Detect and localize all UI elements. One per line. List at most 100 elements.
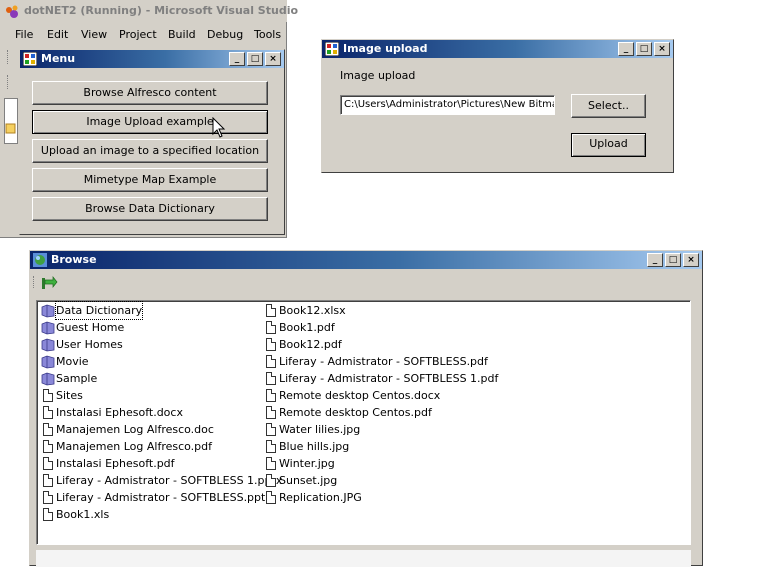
document-icon bbox=[264, 354, 278, 369]
browse-window-footer bbox=[36, 550, 691, 567]
list-item-label: Data Dictionary bbox=[54, 301, 144, 320]
menu-window-titlebar[interactable]: Menu _ □ × bbox=[20, 50, 284, 68]
upload-button[interactable]: Upload bbox=[571, 133, 646, 157]
file-path-value: C:\Users\Administrator\Pictures\New Bitm… bbox=[344, 99, 555, 110]
menu-debug[interactable]: Debug bbox=[207, 28, 243, 41]
document-icon bbox=[264, 473, 278, 488]
upload-image-location-button[interactable]: Upload an image to a specified location bbox=[32, 139, 268, 163]
maximize-button[interactable]: □ bbox=[665, 253, 681, 267]
button-label: Select.. bbox=[588, 99, 629, 112]
list-item-label: Book12.xlsx bbox=[279, 304, 346, 317]
window-controls: _ □ × bbox=[647, 253, 699, 267]
list-item-label: Liferay - Admistrator - SOFTBLESS.pdf bbox=[279, 355, 488, 368]
document-icon bbox=[264, 490, 278, 505]
document-icon bbox=[41, 388, 55, 403]
button-label: Browse Alfresco content bbox=[83, 86, 217, 99]
list-item-label: Instalasi Ephesoft.pdf bbox=[56, 457, 175, 470]
vs-title: dotNET2 (Running) - Microsoft Visual Stu… bbox=[24, 4, 299, 17]
list-item-label: Manajemen Log Alfresco.doc bbox=[56, 423, 214, 436]
window-controls: _ □ × bbox=[618, 42, 670, 56]
list-item-label: Instalasi Ephesoft.docx bbox=[56, 406, 183, 419]
list-item-label: User Homes bbox=[56, 338, 123, 351]
list-item-label: Manajemen Log Alfresco.pdf bbox=[56, 440, 213, 453]
toolbar-grip[interactable] bbox=[7, 50, 11, 64]
upload-window-titlebar[interactable]: Image upload _ □ × bbox=[322, 40, 673, 58]
close-button[interactable]: × bbox=[683, 253, 699, 267]
list-item-label: Guest Home bbox=[56, 321, 125, 334]
window-controls: _ □ × bbox=[229, 52, 281, 66]
document-icon bbox=[264, 303, 278, 318]
button-label: Upload bbox=[589, 137, 628, 150]
menu-project[interactable]: Project bbox=[119, 28, 157, 41]
document-icon bbox=[41, 507, 55, 522]
document-icon bbox=[41, 405, 55, 420]
folder-icon bbox=[41, 371, 55, 386]
document-icon bbox=[264, 371, 278, 386]
list-item-label: Book1.xls bbox=[56, 508, 110, 521]
menu-view[interactable]: View bbox=[81, 28, 107, 41]
menu-build[interactable]: Build bbox=[168, 28, 196, 41]
document-icon bbox=[264, 337, 278, 352]
menu-edit[interactable]: Edit bbox=[47, 28, 68, 41]
folder-icon bbox=[41, 354, 55, 369]
document-icon bbox=[264, 422, 278, 437]
pencil-icon bbox=[5, 123, 16, 134]
upload-window-title: Image upload bbox=[343, 42, 428, 55]
browse-data-dictionary-button[interactable]: Browse Data Dictionary bbox=[32, 197, 268, 221]
document-icon bbox=[264, 439, 278, 454]
browse-window: Browse _ □ × Data Dictionary Guest Home Us… bbox=[29, 250, 703, 567]
image-upload-example-button[interactable]: Image Upload example bbox=[32, 110, 268, 134]
green-arrow-icon[interactable] bbox=[40, 276, 58, 290]
list-item-label: Sites bbox=[56, 389, 83, 402]
document-icon bbox=[264, 456, 278, 471]
list-item-label: Book12.pdf bbox=[279, 338, 342, 351]
document-icon bbox=[41, 473, 55, 488]
vs-logo-icon bbox=[6, 5, 18, 18]
maximize-button[interactable]: □ bbox=[247, 52, 263, 66]
browse-window-title: Browse bbox=[51, 253, 97, 266]
select-button[interactable]: Select.. bbox=[571, 94, 646, 118]
document-icon bbox=[264, 320, 278, 335]
list-item-label: Book1.pdf bbox=[279, 321, 335, 334]
list-item-label: Sunset.jpg bbox=[279, 474, 338, 487]
toolbar-grip[interactable] bbox=[33, 276, 36, 288]
document-icon bbox=[41, 422, 55, 437]
close-button[interactable]: × bbox=[265, 52, 281, 66]
list-item-label: Liferay - Admistrator - SOFTBLESS 1.pdf bbox=[279, 372, 499, 385]
list-item-label: Replication.JPG bbox=[279, 491, 362, 504]
file-path-input[interactable]: C:\Users\Administrator\Pictures\New Bitm… bbox=[340, 95, 555, 115]
folder-icon bbox=[41, 320, 55, 335]
menu-tools[interactable]: Tools bbox=[254, 28, 281, 41]
globe-icon bbox=[33, 253, 47, 267]
list-item-label: Winter.jpg bbox=[279, 457, 335, 470]
image-upload-label: Image upload bbox=[340, 69, 416, 82]
list-item-label: Movie bbox=[56, 355, 89, 368]
menu-file[interactable]: File bbox=[15, 28, 33, 41]
list-item-label: Liferay - Admistrator - SOFTBLESS.ppt bbox=[56, 491, 266, 504]
list-item-label: Remote desktop Centos.pdf bbox=[279, 406, 432, 419]
close-button[interactable]: × bbox=[654, 42, 670, 56]
minimize-button[interactable]: _ bbox=[229, 52, 245, 66]
mimetype-map-button[interactable]: Mimetype Map Example bbox=[32, 168, 268, 192]
menu-window: Menu _ □ × Browse Alfresco content Image… bbox=[19, 49, 285, 235]
browse-alfresco-button[interactable]: Browse Alfresco content bbox=[32, 81, 268, 105]
minimize-button[interactable]: _ bbox=[647, 253, 663, 267]
document-icon bbox=[264, 405, 278, 420]
list-item-label: Liferay - Admistrator - SOFTBLESS 1.pptx bbox=[56, 474, 283, 487]
minimize-button[interactable]: _ bbox=[618, 42, 634, 56]
browse-window-titlebar[interactable]: Browse _ □ × bbox=[30, 251, 702, 269]
button-label: Upload an image to a specified location bbox=[40, 144, 260, 157]
document-icon bbox=[41, 490, 55, 505]
maximize-button[interactable]: □ bbox=[636, 42, 652, 56]
document-icon bbox=[41, 439, 55, 454]
list-item-label: Blue hills.jpg bbox=[279, 440, 350, 453]
app-icon bbox=[23, 52, 37, 66]
vs-titlebar: dotNET2 (Running) - Microsoft Visual Stu… bbox=[0, 0, 298, 22]
button-label: Image Upload example bbox=[86, 115, 214, 128]
vs-menubar: File Edit View Project Build Debug Tools bbox=[0, 26, 287, 44]
folder-icon bbox=[41, 337, 55, 352]
toolbar-grip[interactable] bbox=[7, 75, 11, 89]
button-label: Browse Data Dictionary bbox=[85, 202, 215, 215]
file-list-view[interactable]: Data Dictionary Guest Home User Homes Movie… bbox=[36, 300, 691, 545]
folder-icon bbox=[41, 303, 55, 318]
